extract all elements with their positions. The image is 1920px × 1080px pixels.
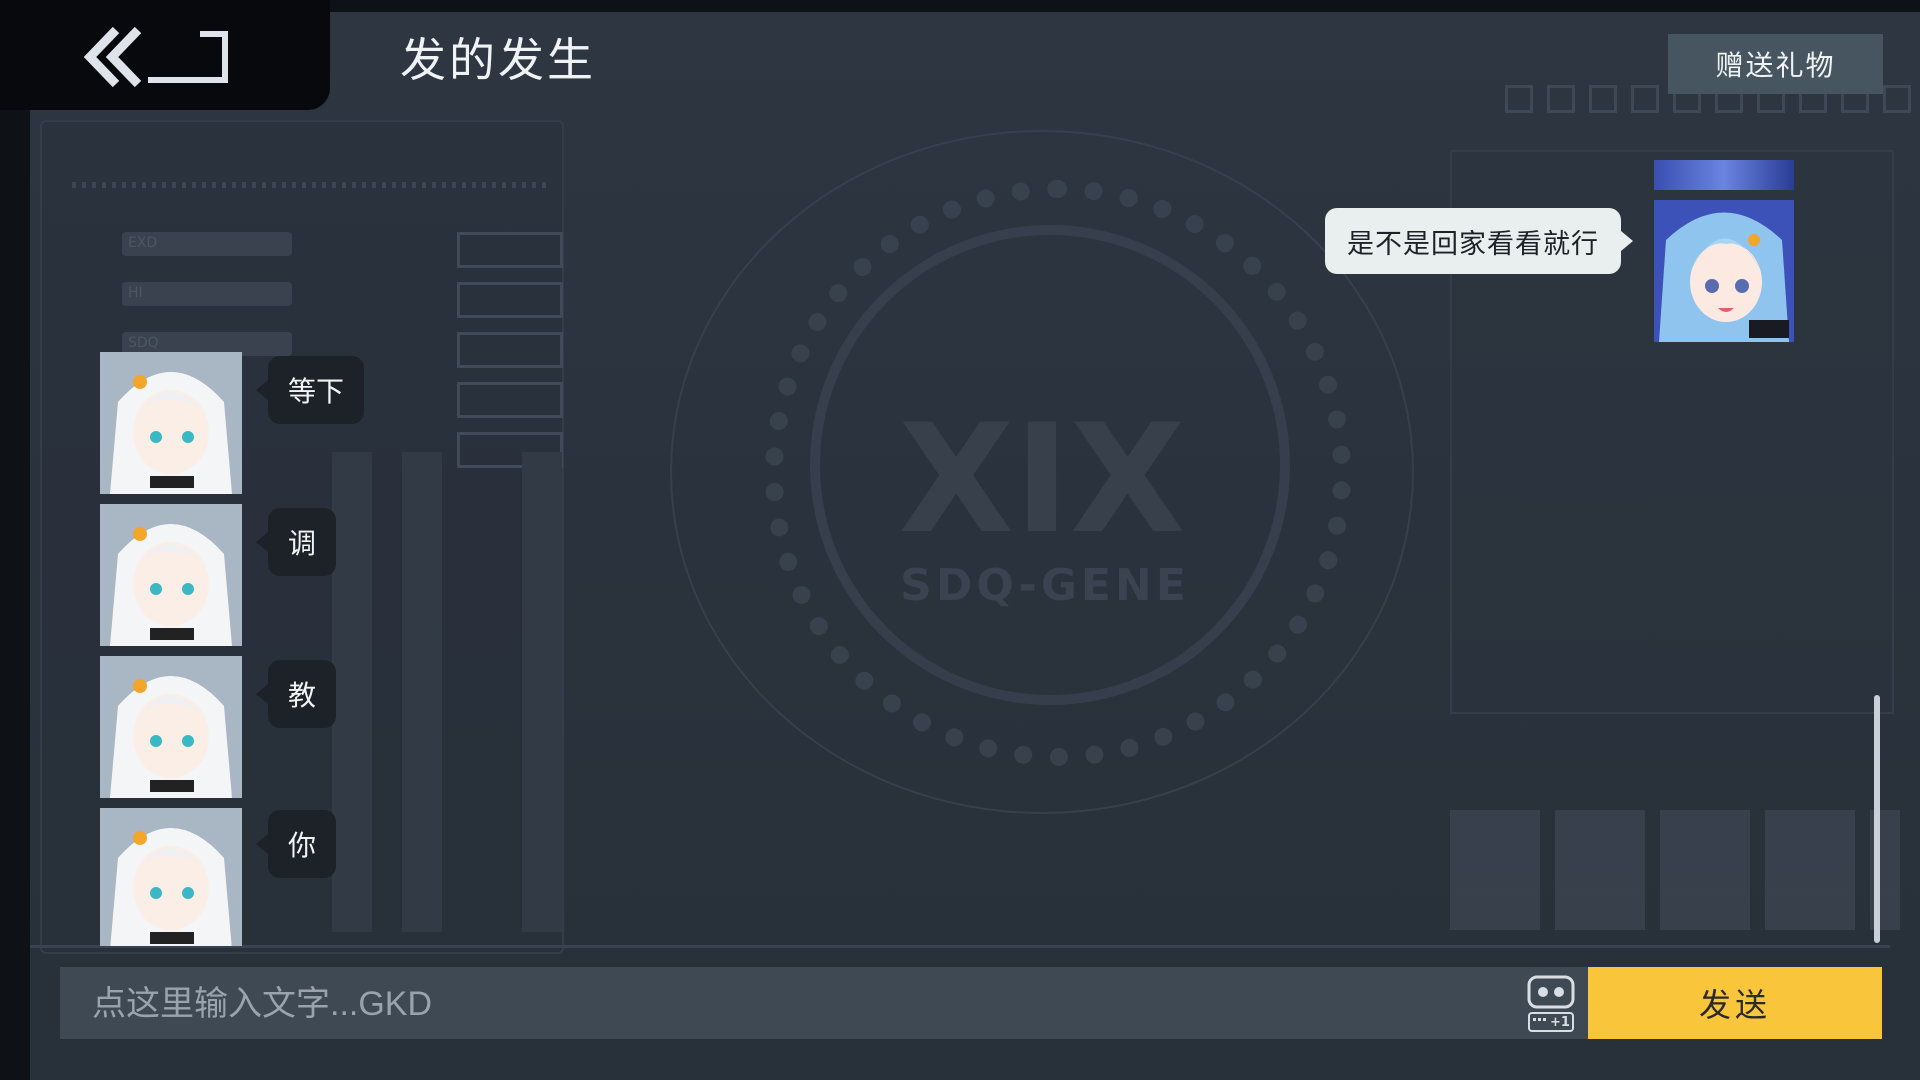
message-text: 教 [288, 679, 317, 712]
background-logo-text: SDQ-GENE [900, 560, 1190, 611]
my-message-bubble: 是不是回家看看就行 [1325, 208, 1633, 274]
message-bubble: 调 [255, 508, 337, 576]
my-message-text: 是不是回家看看就行 [1347, 228, 1599, 260]
back-button[interactable] [80, 22, 240, 92]
message-input[interactable] [90, 970, 1494, 1038]
white-hair-girl-avatar-icon [100, 352, 242, 494]
avatar[interactable] [100, 808, 242, 946]
message-bubble: 你 [255, 810, 337, 878]
message-bubble: 等下 [255, 356, 365, 424]
my-avatar[interactable] [1654, 200, 1794, 342]
page-title: 发的发生 [400, 33, 596, 87]
chat-scrollbar[interactable] [1874, 695, 1880, 943]
background-logo-mark: XIX [898, 393, 1186, 567]
emoji-badge: +1 [1550, 1015, 1570, 1030]
white-hair-girl-avatar-icon [100, 808, 242, 946]
bg-slot: EXD [122, 232, 292, 256]
bg-slot: HI [122, 282, 292, 306]
frame-left [0, 0, 30, 1080]
message-text: 调 [288, 527, 317, 560]
double-chevron-left-icon [83, 26, 228, 88]
avatar[interactable] [100, 656, 242, 798]
chat-screen: EXD HI SDQ XIX SDQ-GENE 发的发生 赠送礼物 等下 调 教… [0, 0, 1920, 1080]
back-area [0, 0, 330, 110]
blue-hair-girl-avatar-icon [1654, 200, 1794, 342]
background-ring-dotted [765, 180, 1351, 766]
avatar[interactable] [100, 504, 242, 646]
white-hair-girl-avatar-icon [100, 504, 242, 646]
background-divider [30, 945, 1890, 948]
send-button[interactable]: 发送 [1588, 967, 1882, 1039]
message-bubble: 教 [255, 660, 337, 728]
white-hair-girl-avatar-icon [100, 656, 242, 798]
background-mini-grid [1450, 810, 1900, 930]
gift-button[interactable]: 赠送礼物 [1668, 34, 1883, 94]
previous-avatar-fragment [1654, 160, 1794, 190]
background-ring-outer [670, 130, 1414, 814]
message-text: 你 [288, 829, 317, 862]
background-ring-inner [810, 225, 1290, 705]
avatar[interactable] [100, 352, 242, 494]
emoji-button[interactable]: +1 [1526, 973, 1576, 1035]
message-text: 等下 [288, 375, 345, 408]
